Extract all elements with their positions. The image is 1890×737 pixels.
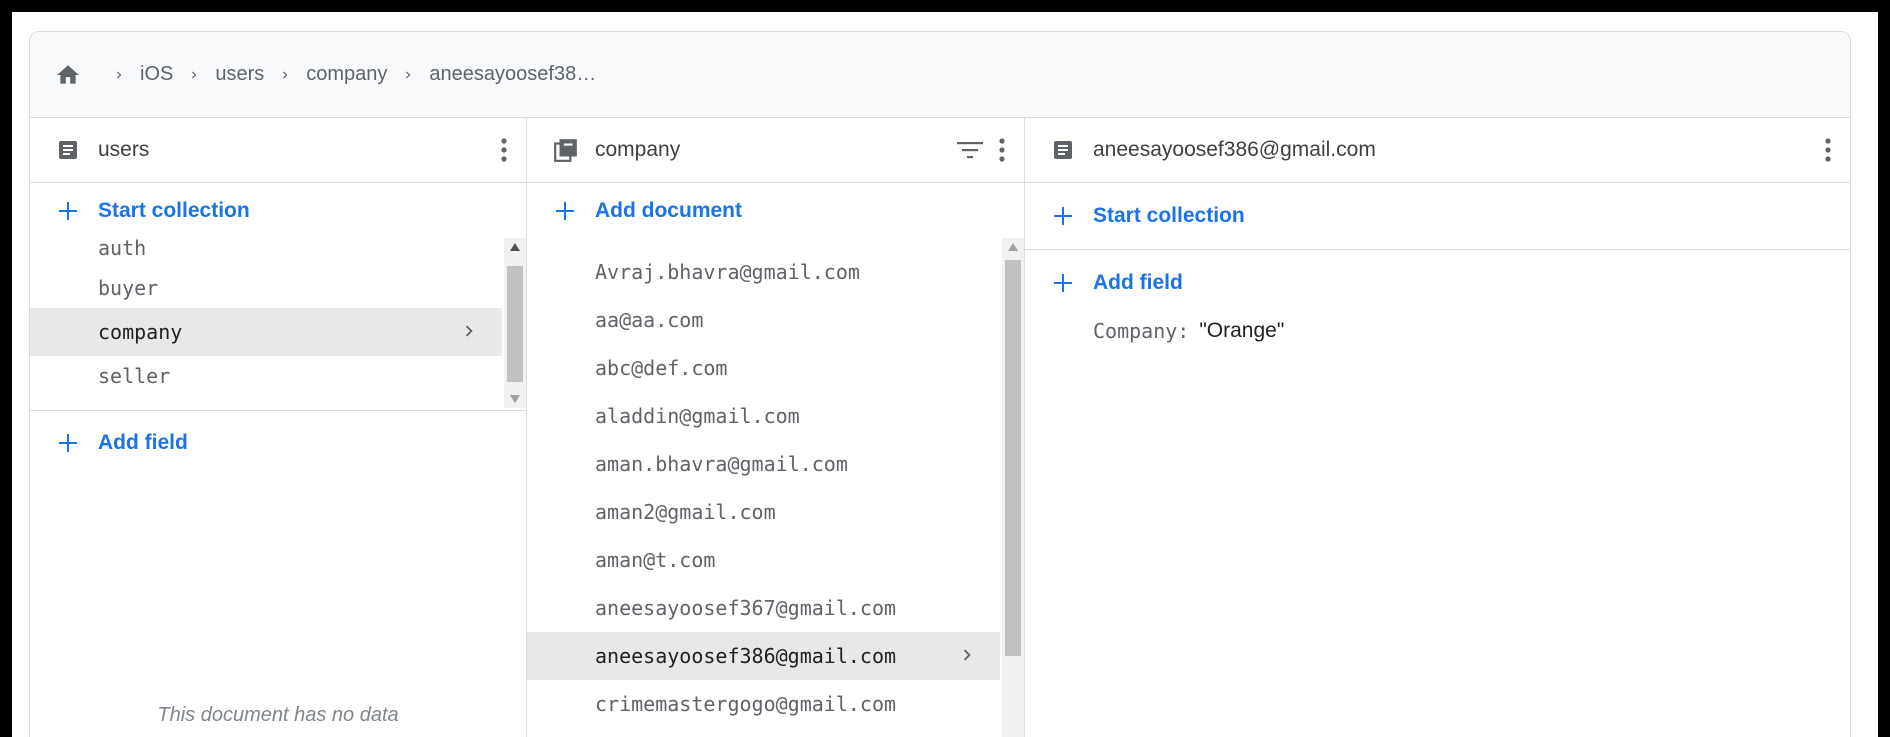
list-item-label: buyer: [98, 276, 159, 300]
list-item[interactable]: aladdin@gmail.com: [527, 392, 1000, 440]
breadcrumb: iOS users company aneesayoosef38…: [30, 32, 1850, 118]
list-item[interactable]: aman@t.com: [527, 536, 1000, 584]
plus-icon: [56, 198, 82, 224]
document-column: aneesayoosef386@gmail.com Start collecti…: [1025, 118, 1850, 737]
company-column-title: company: [595, 138, 681, 161]
firestore-panel: iOS users company aneesayoosef38… users: [29, 31, 1851, 737]
document-icon: [56, 137, 82, 163]
document-column-title: aneesayoosef386@gmail.com: [1093, 138, 1376, 161]
add-document-label: Add document: [595, 199, 742, 222]
more-vert-icon[interactable]: [500, 137, 508, 163]
add-field-label: Add field: [1093, 271, 1183, 294]
plus-icon: [1051, 203, 1077, 229]
list-item-label: aman@t.com: [595, 548, 716, 572]
plus-icon: [1051, 270, 1077, 296]
start-collection-button[interactable]: Start collection: [1025, 183, 1850, 250]
list-item[interactable]: auth: [30, 234, 526, 268]
list-item[interactable]: aa@aa.com: [527, 296, 1000, 344]
company-column-header: company: [527, 118, 1024, 183]
list-item[interactable]: aman2@gmail.com: [527, 488, 1000, 536]
scroll-up-icon[interactable]: [1007, 242, 1019, 252]
document-list: Avraj.bhavra@gmail.com aa@aa.com abc@def…: [527, 248, 1000, 737]
company-column: company Add document Avraj.bhavra@gmail.…: [527, 118, 1025, 737]
plus-icon: [56, 430, 82, 456]
start-collection-button[interactable]: Start collection: [30, 183, 526, 239]
list-item-label: abc@def.com: [595, 356, 728, 380]
plus-icon: [553, 198, 579, 224]
add-document-button[interactable]: Add document: [527, 183, 1024, 239]
scrollbar-thumb[interactable]: [507, 266, 523, 382]
app-frame: iOS users company aneesayoosef38… users: [12, 12, 1878, 737]
list-item-label: auth: [98, 236, 147, 260]
chevron-right-icon: [401, 68, 415, 82]
list-item[interactable]: aneesayoosef367@gmail.com: [527, 584, 1000, 632]
list-item[interactable]: company: [30, 308, 502, 356]
list-item-label: aneesayoosef386@gmail.com: [595, 644, 897, 668]
breadcrumb-item-company[interactable]: company: [306, 63, 387, 86]
add-field-label: Add field: [98, 431, 188, 454]
document-column-header: aneesayoosef386@gmail.com: [1025, 118, 1850, 183]
field-row[interactable]: Company: "Orange": [1025, 306, 1850, 356]
list-item-label: company: [98, 320, 183, 344]
document-icon: [1051, 137, 1077, 163]
list-item-label: crimemastergogo@gmail.com: [595, 692, 897, 716]
chevron-right-icon: [187, 68, 201, 82]
chevron-right-icon: [458, 320, 480, 347]
list-item[interactable]: seller: [30, 356, 526, 396]
list-item[interactable]: crimemastergogo@gmail.com: [527, 680, 1000, 728]
field-key: Company:: [1093, 319, 1190, 343]
empty-document-note: This document has no data: [157, 704, 399, 726]
collection-scrollbar[interactable]: [504, 238, 526, 408]
chevron-right-icon: [278, 68, 292, 82]
start-collection-label: Start collection: [1093, 204, 1245, 227]
list-item-label: aa@aa.com: [595, 308, 704, 332]
list-item[interactable]: Avraj.bhavra@gmail.com: [527, 248, 1000, 296]
list-item-label: Avraj.bhavra@gmail.com: [595, 260, 860, 284]
home-icon[interactable]: [54, 61, 84, 89]
document-scrollbar[interactable]: [1002, 238, 1024, 737]
list-item[interactable]: aman.bhavra@gmail.com: [527, 440, 1000, 488]
breadcrumb-item-document[interactable]: aneesayoosef38…: [429, 63, 596, 86]
users-column-title: users: [98, 138, 150, 161]
scroll-up-icon[interactable]: [509, 242, 521, 252]
list-item[interactable]: buyer: [30, 268, 526, 308]
collection-list: auth buyer company seller: [30, 234, 526, 410]
add-field-button[interactable]: Add field: [30, 411, 526, 475]
list-item[interactable]: abc@def.com: [527, 344, 1000, 392]
scrollbar-thumb[interactable]: [1005, 260, 1021, 656]
list-item[interactable]: aneesayoosef386@gmail.com: [527, 632, 1000, 680]
list-item-label: aman.bhavra@gmail.com: [595, 452, 848, 476]
list-item-label: aneesayoosef367@gmail.com: [595, 596, 897, 620]
chevron-right-icon: [956, 644, 978, 671]
chevron-right-icon: [112, 68, 126, 82]
list-item-label: aladdin@gmail.com: [595, 404, 800, 428]
breadcrumb-item-users[interactable]: users: [215, 63, 264, 86]
users-column-header: users: [30, 118, 526, 183]
list-item-label: seller: [98, 364, 171, 388]
users-column: users Start collection auth buyer compan…: [30, 118, 527, 737]
filter-icon[interactable]: [956, 139, 984, 161]
more-vert-icon[interactable]: [1824, 137, 1832, 163]
more-vert-icon[interactable]: [998, 137, 1006, 163]
scroll-down-icon[interactable]: [509, 394, 521, 404]
field-value: "Orange": [1199, 319, 1285, 342]
list-item-label: aman2@gmail.com: [595, 500, 776, 524]
breadcrumb-item-ios[interactable]: iOS: [140, 63, 173, 86]
collection-icon: [553, 137, 579, 163]
start-collection-label: Start collection: [98, 199, 250, 222]
